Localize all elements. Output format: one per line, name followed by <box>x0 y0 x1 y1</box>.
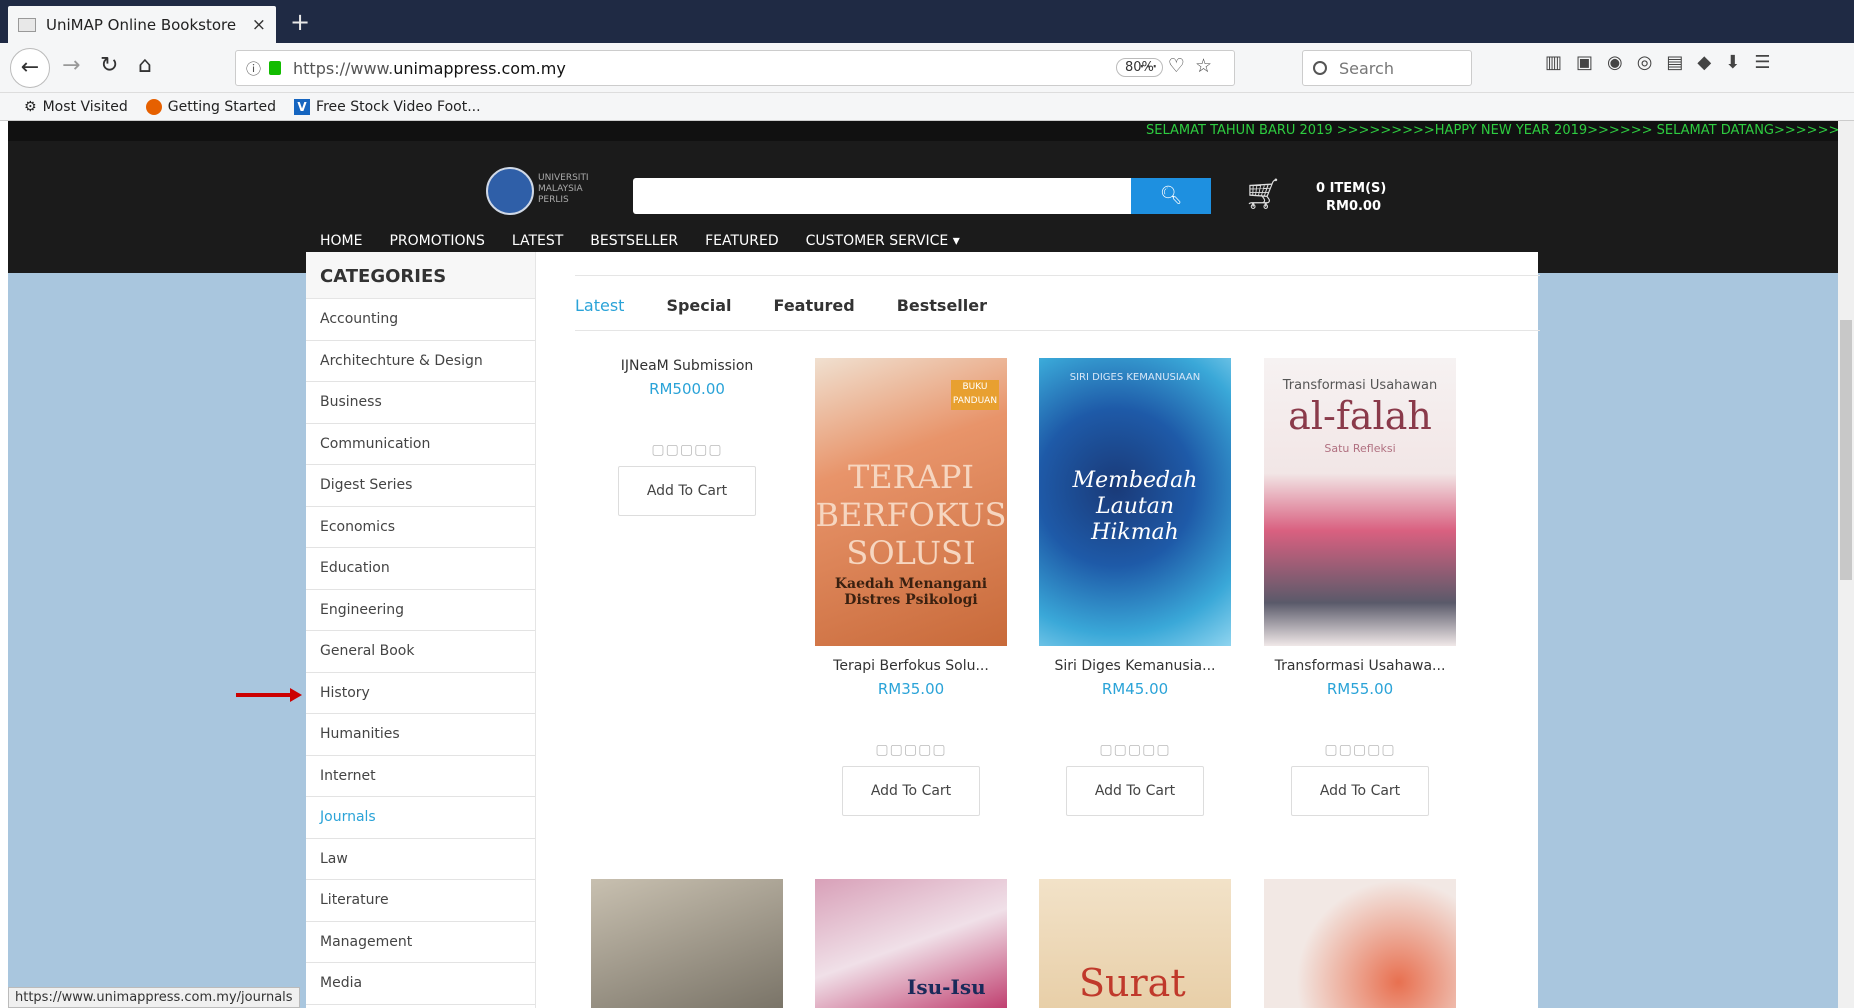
annotation-arrowhead <box>290 688 302 702</box>
firefox-icon <box>145 98 162 115</box>
tab-title: UniMAP Online Bookstore <box>46 15 237 34</box>
unimap-logo-icon <box>486 167 534 215</box>
book-cover-image[interactable]: SIRI DIGES KEMANUSIAAN Membedah Lautan H… <box>1039 358 1231 646</box>
book-cover-image[interactable]: Surat <box>1039 879 1231 1008</box>
product-price: RM55.00 <box>1326 680 1394 698</box>
rating-stars: ▢▢▢▢▢ <box>1324 742 1396 758</box>
category-media[interactable]: Media <box>306 963 535 1005</box>
site-search-input[interactable] <box>633 178 1131 214</box>
cart-total: RM0.00 <box>1326 199 1382 214</box>
category-accounting[interactable]: Accounting <box>306 299 535 341</box>
tab-featured[interactable]: Featured <box>774 296 855 315</box>
bookmark-most-visited[interactable]: ⚙ Most Visited <box>24 99 128 115</box>
nav-home[interactable]: HOME <box>320 233 362 249</box>
cart-item-count[interactable]: 0 ITEM(S) <box>1316 181 1386 196</box>
categories-sidebar: CATEGORIES Accounting Architechture & De… <box>306 252 536 1008</box>
category-humanities[interactable]: Humanities <box>306 714 535 756</box>
new-tab-button[interactable]: + <box>290 8 310 36</box>
lock-icon <box>269 61 282 75</box>
bookmarks-toolbar: ⚙ Most Visited Getting Started V Free Stoc… <box>0 93 1854 121</box>
reload-button[interactable]: ↻ <box>100 53 118 78</box>
product-name[interactable]: IJNeaM Submission <box>587 358 787 374</box>
category-business[interactable]: Business <box>306 382 535 424</box>
search-icon <box>1313 61 1327 75</box>
search-icon: 🔍︎ <box>1159 185 1183 206</box>
site-favicon-icon <box>18 17 36 32</box>
book-cover-image[interactable] <box>1264 879 1456 1008</box>
rating-stars: ▢▢▢▢▢ <box>1099 742 1171 758</box>
category-architecture[interactable]: Architechture & Design <box>306 341 535 382</box>
category-history[interactable]: History <box>306 673 535 714</box>
category-communication[interactable]: Communication <box>306 424 535 465</box>
browser-search-box[interactable]: Search <box>1302 50 1472 86</box>
divider <box>575 330 1540 331</box>
category-internet[interactable]: Internet <box>306 756 535 797</box>
announcement-marquee: SELAMAT TAHUN BARU 2019 >>>>>>>>>HAPPY N… <box>8 121 1846 141</box>
close-tab-icon[interactable]: × <box>252 15 266 35</box>
status-bar-url: https://www.unimappress.com.my/journals <box>8 987 300 1008</box>
search-placeholder: Search <box>1339 58 1394 78</box>
add-to-cart-button[interactable]: Add To Cart <box>1291 766 1429 816</box>
add-to-cart-button[interactable]: Add To Cart <box>842 766 980 816</box>
url-text: https://www.unimappress.com.my <box>293 58 566 78</box>
info-icon[interactable]: ⓘ <box>246 58 261 79</box>
category-law[interactable]: Law <box>306 839 535 880</box>
product-tabs: Latest Special Featured Bestseller <box>575 296 987 315</box>
site-logo[interactable]: UNIVERSITI MALAYSIA PERLIS <box>486 167 604 219</box>
product-name[interactable]: Siri Diges Kemanusia... <box>1035 658 1235 674</box>
product-card: SIRI DIGES KEMANUSIAAN Membedah Lautan H… <box>1035 358 1235 816</box>
site-search-button[interactable]: 🔍︎ <box>1131 178 1211 214</box>
nav-featured[interactable]: FEATURED <box>705 233 779 249</box>
divider <box>575 275 1540 276</box>
category-education[interactable]: Education <box>306 548 535 590</box>
product-card: BUKU PANDUAN TERAPI BERFOKUS SOLUSI Kaed… <box>811 358 1011 816</box>
browser-tab-bar: UniMAP Online Bookstore × + <box>0 0 1854 43</box>
annotation-arrow <box>236 693 294 697</box>
bookmark-getting-started[interactable]: Getting Started <box>145 98 276 115</box>
toolbar-icons[interactable]: ▥▣◉◎▤◆⬇☰ <box>1545 52 1785 73</box>
category-literature[interactable]: Literature <box>306 880 535 922</box>
nav-latest[interactable]: LATEST <box>512 233 563 249</box>
category-journals[interactable]: Journals <box>306 797 535 839</box>
nav-bestseller[interactable]: BESTSELLER <box>590 233 678 249</box>
v-logo-icon: V <box>294 98 311 115</box>
forward-button[interactable]: → <box>62 53 80 78</box>
cart-icon[interactable]: 🛒︎ <box>1244 177 1284 213</box>
book-cover-image[interactable]: BUKU PANDUAN TERAPI BERFOKUS SOLUSI Kaed… <box>815 358 1007 646</box>
product-price: RM35.00 <box>877 680 945 698</box>
tab-bestseller[interactable]: Bestseller <box>897 296 987 315</box>
address-bar[interactable]: ⓘ https://www.unimappress.com.my 80% ⋯♡☆ <box>235 50 1235 86</box>
product-name[interactable]: Terapi Berfokus Solu... <box>811 658 1011 674</box>
gear-icon: ⚙ <box>24 98 37 115</box>
category-economics[interactable]: Economics <box>306 507 535 548</box>
category-general-book[interactable]: General Book <box>306 631 535 673</box>
category-management[interactable]: Management <box>306 922 535 963</box>
category-engineering[interactable]: Engineering <box>306 590 535 631</box>
rating-stars: ▢▢▢▢▢ <box>875 742 947 758</box>
page-actions-icons[interactable]: ⋯♡☆ <box>1139 55 1222 77</box>
product-price: RM45.00 <box>1101 680 1169 698</box>
tab-special[interactable]: Special <box>666 296 731 315</box>
back-button[interactable]: ← <box>10 48 50 88</box>
main-navigation: HOME PROMOTIONS LATEST BESTSELLER FEATUR… <box>320 233 960 249</box>
nav-promotions[interactable]: PROMOTIONS <box>389 233 484 249</box>
home-button[interactable]: ⌂ <box>138 53 152 78</box>
book-cover-image[interactable]: Isu-Isu <box>815 879 1007 1008</box>
nav-customer-service[interactable]: CUSTOMER SERVICE ▾ <box>806 233 960 249</box>
category-digest-series[interactable]: Digest Series <box>306 465 535 507</box>
tab-latest[interactable]: Latest <box>575 296 624 315</box>
categories-title: CATEGORIES <box>306 252 535 299</box>
product-name[interactable]: Transformasi Usahawa... <box>1260 658 1460 674</box>
book-cover-image[interactable]: Transformasi Usahawan al-falah Satu Refl… <box>1264 358 1456 646</box>
product-price: RM500.00 <box>649 380 725 398</box>
scrollbar-thumb[interactable] <box>1840 320 1852 580</box>
add-to-cart-button[interactable]: Add To Cart <box>1066 766 1204 816</box>
product-card: Transformasi Usahawan al-falah Satu Refl… <box>1260 358 1460 816</box>
add-to-cart-button[interactable]: Add To Cart <box>618 466 756 516</box>
rating-stars: ▢▢▢▢▢ <box>651 442 723 458</box>
product-card: IJNeaM Submission RM500.00 ▢▢▢▢▢ Add To … <box>587 358 787 516</box>
book-cover-image[interactable] <box>591 879 783 1008</box>
bookmark-free-stock-video[interactable]: V Free Stock Video Foot... <box>294 98 481 115</box>
browser-tab[interactable]: UniMAP Online Bookstore × <box>8 6 276 43</box>
